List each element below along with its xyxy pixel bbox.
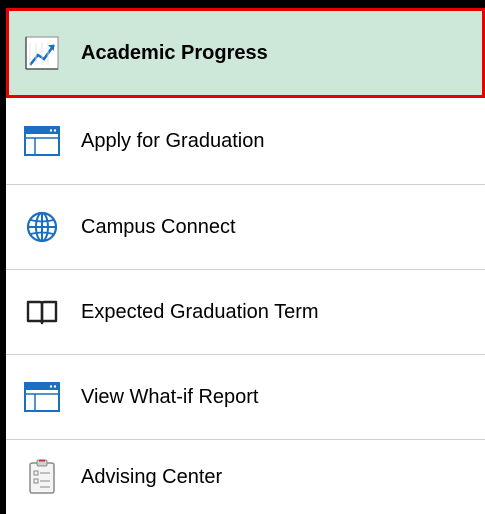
window-icon <box>24 379 60 415</box>
window-top-border <box>0 0 485 8</box>
trend-chart-icon <box>24 35 60 71</box>
menu-item-label: Advising Center <box>81 465 223 488</box>
menu-item-apply-for-graduation[interactable]: Apply for Graduation <box>6 98 485 185</box>
menu-item-label: Expected Graduation Term <box>81 300 319 323</box>
menu-item-label: Apply for Graduation <box>81 129 265 152</box>
menu-item-campus-connect[interactable]: Campus Connect <box>6 185 485 270</box>
menu-item-view-what-if-report[interactable]: View What-if Report <box>6 355 485 440</box>
menu-item-label: View What-if Report <box>81 385 259 408</box>
menu-item-expected-graduation-term[interactable]: Expected Graduation Term <box>6 270 485 355</box>
navigation-menu: Academic Progress Apply for Graduation C… <box>6 8 485 514</box>
globe-icon <box>24 209 60 245</box>
menu-item-advising-center[interactable]: Advising Center <box>6 440 485 514</box>
window-icon <box>24 123 60 159</box>
menu-item-academic-progress[interactable]: Academic Progress <box>6 8 485 98</box>
menu-item-label: Campus Connect <box>81 215 236 238</box>
menu-item-label: Academic Progress <box>81 41 268 64</box>
clipboard-icon <box>24 459 60 495</box>
book-icon <box>24 294 60 330</box>
